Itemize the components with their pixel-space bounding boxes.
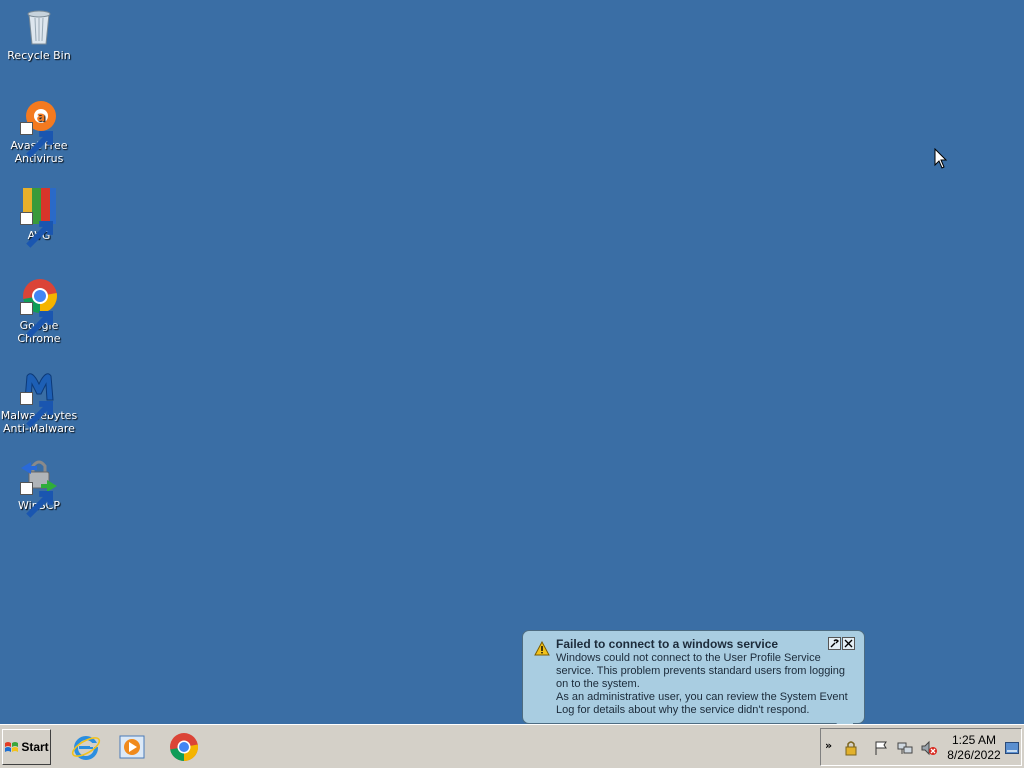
tray-network-icon[interactable] (897, 740, 913, 756)
mouse-cursor-icon (934, 148, 948, 169)
tray-action-center-icon[interactable] (873, 740, 889, 756)
internet-explorer-icon (71, 736, 101, 760)
desktop-icon-label: Recycle Bin (7, 49, 71, 62)
winscp-icon (19, 456, 59, 518)
tray-lock-icon[interactable] (843, 740, 859, 756)
desktop-icon-winscp[interactable]: WinSCP (0, 456, 78, 518)
avast-icon: a (19, 96, 59, 158)
wrench-icon (830, 639, 839, 648)
flag-icon (875, 741, 887, 755)
notification-message-1: Windows could not connect to the User Pr… (556, 652, 845, 690)
desktop[interactable]: Recycle Bin a Avast Free Antivirus AVG G… (0, 0, 1024, 724)
clock[interactable]: 1:25 AM 8/26/2022 (943, 733, 1005, 763)
show-hidden-icons-button[interactable]: » (825, 739, 832, 752)
notification-message-2: As an administrative user, you can revie… (556, 691, 848, 716)
lock-icon (845, 741, 857, 756)
windows-logo-icon (5, 741, 19, 752)
desktop-icon-recycle-bin[interactable]: Recycle Bin (0, 6, 78, 62)
recycle-bin-icon (19, 6, 59, 46)
warning-icon (534, 641, 550, 656)
avg-icon (19, 186, 59, 248)
notification-balloon[interactable]: Failed to connect to a windows service W… (522, 630, 865, 724)
shortcut-arrow-icon (20, 122, 53, 158)
shortcut-arrow-icon (20, 302, 53, 338)
show-desktop-icon[interactable] (1005, 742, 1019, 754)
sound-muted-icon (921, 740, 937, 756)
notification-body: Windows could not connect to the User Pr… (556, 652, 858, 717)
shortcut-arrow-icon (20, 482, 53, 518)
start-button[interactable]: Start (2, 729, 51, 765)
chrome-icon (19, 276, 59, 338)
desktop-icon-malwarebytes[interactable]: Malwarebytes Anti-Malware (0, 366, 78, 435)
media-player-icon (119, 735, 145, 759)
clock-date: 8/26/2022 (947, 748, 1001, 762)
quick-launch-chrome[interactable] (168, 731, 200, 763)
tray-volume-icon[interactable] (921, 740, 937, 756)
shortcut-arrow-icon (20, 212, 53, 248)
clock-time: 1:25 AM (951, 733, 997, 747)
quick-launch-internet-explorer[interactable] (70, 731, 102, 763)
notification-title: Failed to connect to a windows service (556, 637, 779, 651)
network-icon (897, 742, 913, 754)
quick-launch-media-player[interactable] (117, 731, 149, 763)
notification-options-button[interactable] (828, 637, 841, 650)
malwarebytes-icon (19, 366, 59, 428)
shortcut-arrow-icon (20, 392, 53, 428)
desktop-icon-avg[interactable]: AVG (0, 186, 78, 248)
notification-close-button[interactable] (842, 637, 855, 650)
system-tray: » 1:25 AM 8/26/2022 (820, 728, 1022, 766)
start-label: Start (21, 740, 49, 754)
chrome-icon (170, 733, 199, 761)
close-icon (844, 639, 853, 648)
desktop-icon-avast[interactable]: a Avast Free Antivirus (0, 96, 78, 165)
desktop-icon-chrome[interactable]: Google Chrome (0, 276, 78, 345)
taskbar: Start » 1:25 AM 8/26/2022 (0, 724, 1024, 768)
